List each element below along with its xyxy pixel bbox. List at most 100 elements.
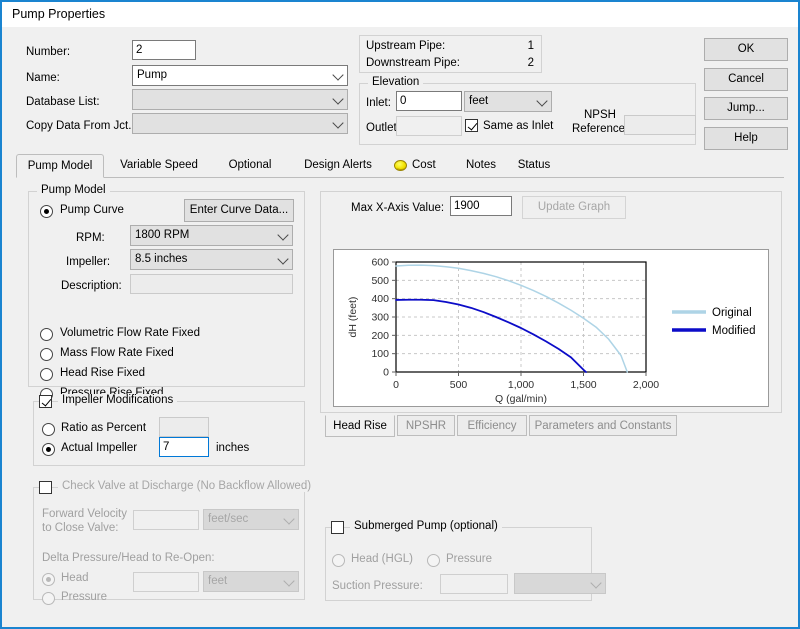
- svg-text:0: 0: [393, 379, 399, 391]
- radio-delta-pressure: [42, 592, 55, 605]
- enter-curve-data-button[interactable]: Enter Curve Data...: [184, 199, 294, 222]
- impeller-combo[interactable]: 8.5 inches: [130, 249, 293, 270]
- same-as-inlet-label: Same as Inlet: [483, 120, 554, 132]
- delta-pressure-units-combo: feet: [203, 571, 299, 592]
- downstream-pipe-value: 2: [527, 57, 534, 69]
- impeller-label: Impeller:: [66, 256, 111, 268]
- name-label: Name:: [26, 72, 60, 84]
- update-graph-button[interactable]: Update Graph: [522, 196, 626, 219]
- chart-tab-parameters-constants-label: Parameters and Constants: [534, 420, 672, 432]
- svg-text:400: 400: [371, 293, 389, 305]
- svg-text:2,000: 2,000: [633, 379, 659, 391]
- chart-tab-parameters-and-constants[interactable]: Parameters and Constants: [529, 415, 677, 436]
- coin-icon: [394, 160, 407, 171]
- cancel-button[interactable]: Cancel: [704, 68, 788, 91]
- radio-pump-curve[interactable]: [40, 205, 53, 218]
- inlet-label: Inlet:: [366, 97, 391, 109]
- radio-delta-pressure-label: Pressure: [61, 591, 108, 603]
- tab-optional[interactable]: Optional: [216, 154, 284, 178]
- tab-status[interactable]: Status: [508, 154, 560, 178]
- radio-pump-curve-label: Pump Curve: [60, 204, 124, 216]
- tab-design-alerts[interactable]: Design Alerts: [292, 154, 384, 178]
- upstream-pipe-value: 1: [527, 40, 534, 52]
- chart-tab-efficiency-label: Efficiency: [467, 420, 517, 432]
- check-valve-checkbox[interactable]: [39, 481, 52, 494]
- radio-delta-head: [42, 573, 55, 586]
- chevron-down-icon: [277, 228, 289, 241]
- radio-actual-impeller[interactable]: [42, 443, 55, 456]
- check-valve-group-title: Check Valve at Discharge (No Backflow Al…: [58, 480, 316, 492]
- svg-text:200: 200: [371, 330, 389, 342]
- radio-ratio-as-percent[interactable]: [42, 423, 55, 436]
- submerged-pump-title: Submerged Pump (optional): [350, 520, 502, 532]
- svg-text:500: 500: [450, 379, 468, 391]
- dialog-client-area: Number: 2 Name: Pump Database List: Copy…: [4, 27, 796, 627]
- chart-tab-head-rise[interactable]: Head Rise: [325, 415, 395, 437]
- forward-velocity-label-line2: to Close Valve:: [42, 522, 119, 534]
- forward-velocity-units-value: feet/sec: [208, 513, 249, 525]
- submerged-pump-checkbox[interactable]: [331, 521, 344, 534]
- radio-delta-head-label: Head: [61, 572, 89, 584]
- window-title: Pump Properties: [12, 7, 106, 21]
- svg-text:100: 100: [371, 348, 389, 360]
- radio-ratio-as-percent-label: Ratio as Percent: [61, 422, 147, 434]
- tab-variable-speed[interactable]: Variable Speed: [110, 154, 208, 178]
- chart-tab-head-rise-label: Head Rise: [333, 420, 387, 432]
- forward-velocity-units-combo: feet/sec: [203, 509, 299, 530]
- chart-tab-npshr-label: NPSHR: [405, 420, 447, 432]
- ok-button[interactable]: OK: [704, 38, 788, 61]
- chart-svg: 0 100 200 300 400 500 600 0 500 1,000 1,500 2,000 Q…: [347, 257, 755, 406]
- chevron-down-icon: [332, 92, 344, 105]
- tab-notes[interactable]: Notes: [456, 154, 506, 178]
- tab-cost[interactable]: Cost: [392, 154, 452, 178]
- npsh-reference-input: [624, 115, 696, 135]
- downstream-pipe-label: Downstream Pipe:: [366, 57, 460, 69]
- radio-volumetric-flow-rate-fixed-label: Volumetric Flow Rate Fixed: [60, 327, 200, 339]
- rpm-combo[interactable]: 1800 RPM: [130, 225, 293, 246]
- rpm-label: RPM:: [76, 232, 105, 244]
- max-x-axis-input[interactable]: 1900: [450, 196, 512, 216]
- delta-pressure-units-value: feet: [208, 575, 228, 587]
- chevron-down-icon: [590, 576, 602, 589]
- npsh-reference-label-line1: NPSH: [584, 109, 616, 121]
- actual-impeller-input[interactable]: 7: [159, 437, 209, 457]
- radio-volumetric-flow-rate-fixed[interactable]: [40, 328, 53, 341]
- tab-status-label: Status: [517, 159, 551, 171]
- svg-text:1,500: 1,500: [570, 379, 596, 391]
- copy-data-combo[interactable]: [132, 113, 348, 134]
- upstream-pipe-label: Upstream Pipe:: [366, 40, 446, 52]
- chart-tab-npshr[interactable]: NPSHR: [397, 415, 455, 436]
- ratio-as-percent-input: [159, 417, 209, 437]
- database-list-combo[interactable]: [132, 89, 348, 110]
- radio-submerged-pressure: [427, 554, 440, 567]
- pump-model-group-title: Pump Model: [37, 184, 110, 196]
- delta-pressure-input: [133, 572, 199, 592]
- chevron-down-icon: [536, 94, 548, 107]
- same-as-inlet-checkbox[interactable]: [465, 119, 478, 132]
- help-button[interactable]: Help: [704, 127, 788, 150]
- name-combo[interactable]: Pump: [132, 65, 348, 86]
- description-label: Description:: [61, 280, 122, 292]
- delta-pressure-label: Delta Pressure/Head to Re-Open:: [42, 552, 215, 564]
- suction-pressure-label: Suction Pressure:: [332, 580, 423, 592]
- radio-head-rise-fixed[interactable]: [40, 368, 53, 381]
- title-bar: Pump Properties: [2, 2, 798, 27]
- impeller-modifications-checkbox[interactable]: [39, 395, 52, 408]
- chart-tab-efficiency[interactable]: Efficiency: [457, 415, 527, 436]
- actual-impeller-units: inches: [216, 442, 250, 454]
- jump-button[interactable]: Jump...: [704, 97, 788, 120]
- description-input[interactable]: [130, 274, 293, 294]
- svg-text:Modified: Modified: [712, 325, 755, 337]
- suction-pressure-units-combo: [514, 573, 606, 594]
- inlet-units-combo[interactable]: feet: [464, 91, 552, 112]
- outlet-elevation-input: [396, 116, 462, 136]
- radio-mass-flow-rate-fixed[interactable]: [40, 348, 53, 361]
- tab-pump-model[interactable]: Pump Model: [16, 154, 104, 178]
- tab-variable-speed-label: Variable Speed: [120, 159, 198, 171]
- chevron-down-icon: [277, 252, 289, 265]
- svg-text:Q (gal/min): Q (gal/min): [495, 393, 547, 405]
- number-input[interactable]: 2: [132, 40, 196, 60]
- inlet-elevation-input[interactable]: 0: [396, 91, 462, 111]
- outlet-label: Outlet:: [366, 122, 400, 134]
- radio-head-rise-fixed-label: Head Rise Fixed: [60, 367, 146, 379]
